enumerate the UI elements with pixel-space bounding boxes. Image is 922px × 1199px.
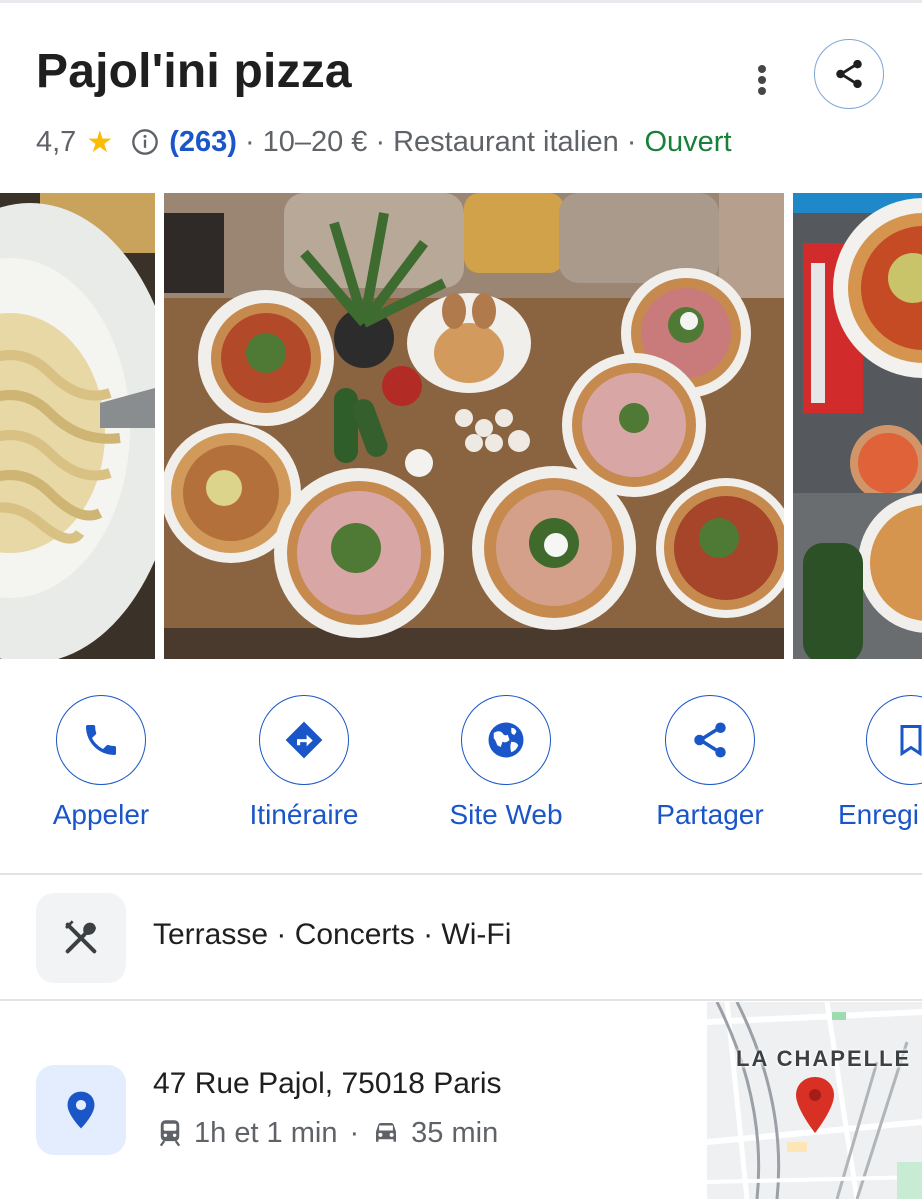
share-label: Partager xyxy=(656,799,764,830)
open-status[interactable]: Ouvert xyxy=(644,126,731,159)
share-action-circle[interactable] xyxy=(665,695,755,785)
map-thumbnail[interactable]: LA CHAPELLE xyxy=(707,1002,922,1199)
transit-time: 1h et 1 min xyxy=(194,1116,338,1149)
save-button-circle[interactable] xyxy=(866,695,922,785)
place-category[interactable]: Restaurant italien xyxy=(393,126,619,159)
website-label: Site Web xyxy=(449,799,563,830)
train-icon xyxy=(159,1120,181,1147)
more-options-button[interactable] xyxy=(740,54,784,106)
meta-separator: · xyxy=(375,125,386,158)
share-action-button[interactable]: Partager xyxy=(620,695,800,840)
section-divider xyxy=(0,999,922,1001)
photo-pizza-closeup[interactable] xyxy=(793,193,922,659)
meta-separator: · xyxy=(626,125,637,158)
place-title: Pajol'ini pizza xyxy=(36,45,352,98)
info-icon[interactable] xyxy=(131,128,159,156)
car-icon xyxy=(376,1123,397,1142)
phone-icon xyxy=(86,725,116,755)
directions-button-circle[interactable] xyxy=(259,695,349,785)
address-text[interactable]: 47 Rue Pajol, 75018 Paris xyxy=(153,1067,502,1101)
top-separator xyxy=(0,0,922,3)
map-neighborhood-label: LA CHAPELLE xyxy=(736,1046,912,1071)
photo-pizza-table[interactable] xyxy=(164,193,784,659)
directions-icon xyxy=(285,721,323,759)
section-divider xyxy=(0,873,922,875)
globe-icon xyxy=(488,722,524,758)
travel-separator: · xyxy=(349,1116,360,1149)
star-icon: ★ xyxy=(86,125,114,159)
location-pin-icon xyxy=(67,1091,95,1129)
share-icon xyxy=(694,722,726,758)
meta-separator: · xyxy=(244,125,255,158)
drive-time: 35 min xyxy=(411,1116,499,1149)
rating-meta-line: 4,7 ★ (263) · 10–20 € · Restaurant itali… xyxy=(36,122,732,162)
restaurant-icon xyxy=(65,920,97,954)
directions-button[interactable]: Itinéraire xyxy=(214,695,394,840)
price-range: 10–20 € xyxy=(262,125,368,158)
amenities-icon-box xyxy=(36,893,126,983)
header-share-button[interactable] xyxy=(814,39,884,109)
directions-label: Itinéraire xyxy=(249,799,359,830)
bookmark-icon xyxy=(900,725,922,757)
website-button-circle[interactable] xyxy=(461,695,551,785)
rating-value: 4,7 xyxy=(36,125,77,158)
save-label: Enregi xyxy=(838,799,919,830)
photo-pasta-dish[interactable] xyxy=(0,193,155,659)
address-icon-box xyxy=(36,1065,126,1155)
review-count-link[interactable]: (263) xyxy=(169,126,237,159)
amenities-text: Terrasse · Concerts · Wi-Fi xyxy=(153,918,512,951)
call-button-circle[interactable] xyxy=(56,695,146,785)
share-icon xyxy=(836,59,862,89)
save-button[interactable]: Enregi xyxy=(822,695,922,840)
place-details-panel: Pajol'ini pizza 4,7 ★ (263) · 10–20 € · … xyxy=(0,0,922,1199)
travel-times-line: 1h et 1 min · 35 min xyxy=(156,1113,498,1153)
call-label: Appeler xyxy=(52,799,150,830)
more-vertical-icon xyxy=(758,65,766,95)
website-button[interactable]: Site Web xyxy=(416,695,596,840)
call-button[interactable]: Appeler xyxy=(11,695,191,840)
